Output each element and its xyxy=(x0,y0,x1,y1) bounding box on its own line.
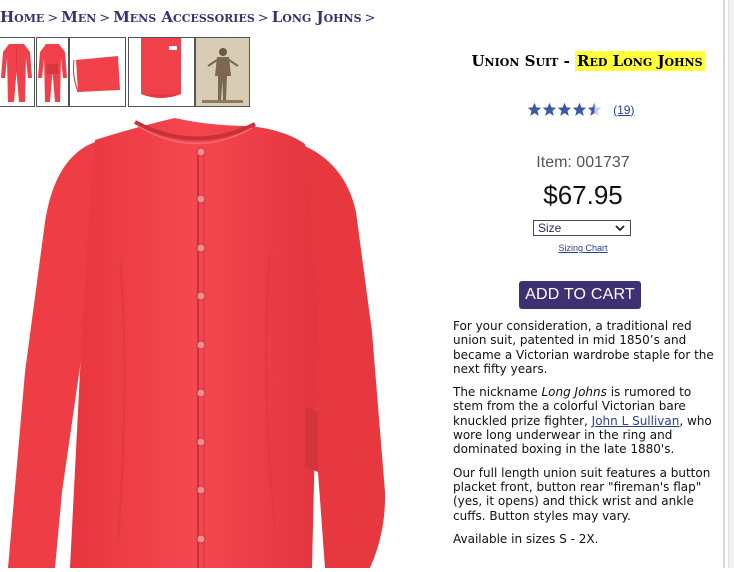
description-paragraph: For your consideration, a traditional re… xyxy=(453,319,714,376)
product-title: Union Suit - Red Long Johns xyxy=(452,51,724,71)
product-rating: (19) xyxy=(527,99,634,117)
chevron-down-icon xyxy=(615,225,625,232)
breadcrumb-home[interactable]: Home xyxy=(0,8,44,26)
star-icon xyxy=(527,102,542,116)
john-l-sullivan-link[interactable]: John L Sullivan xyxy=(592,414,680,428)
page-divider xyxy=(723,0,725,568)
scrollbar-track[interactable] xyxy=(728,0,734,568)
thumbnail-collar[interactable] xyxy=(128,37,195,107)
description-paragraph: Our full length union suit features a bu… xyxy=(453,465,711,523)
product-title-highlight: Red Long Johns xyxy=(575,51,705,71)
breadcrumb-mens-accessories[interactable]: Mens Accessories xyxy=(113,8,255,26)
breadcrumb-long-johns[interactable]: Long Johns xyxy=(272,8,362,26)
product-description: For your consideration, a traditional re… xyxy=(453,319,718,555)
review-count-link[interactable]: (19) xyxy=(613,103,634,117)
star-icon xyxy=(542,102,557,116)
product-title-text: Union Suit - xyxy=(471,52,576,70)
size-select-value: Size xyxy=(538,221,562,235)
add-to-cart-button[interactable]: ADD TO CART xyxy=(519,281,641,309)
star-half-icon xyxy=(587,102,602,116)
description-paragraph: The nickname Long Johns is rumored to st… xyxy=(453,385,718,456)
thumbnail-john-l-sullivan[interactable] xyxy=(195,37,250,107)
sizing-chart-link[interactable]: Sizing Chart xyxy=(452,243,714,253)
main-product-image xyxy=(0,112,445,568)
thumbnail-front[interactable] xyxy=(0,37,35,107)
breadcrumb-men[interactable]: Men xyxy=(61,8,96,26)
description-italic: Long Johns xyxy=(541,385,607,400)
breadcrumb-separator: > xyxy=(257,11,269,26)
breadcrumb-separator: > xyxy=(99,11,111,26)
product-price: $67.95 xyxy=(543,180,623,210)
description-text: The nickname xyxy=(453,385,542,400)
breadcrumb: Home > Men > Mens Accessories > Long Johns > xyxy=(0,8,378,28)
star-icon xyxy=(557,102,572,116)
breadcrumb-separator: > xyxy=(364,11,376,26)
star-icon xyxy=(572,102,587,116)
description-paragraph: Available in sizes S - 2X. xyxy=(453,531,599,546)
breadcrumb-separator: > xyxy=(47,11,59,26)
size-select[interactable]: Size xyxy=(533,220,631,236)
item-number: Item: 001737 xyxy=(536,154,630,171)
thumbnail-back[interactable] xyxy=(36,37,69,107)
thumbnail-cuff[interactable] xyxy=(69,37,126,107)
